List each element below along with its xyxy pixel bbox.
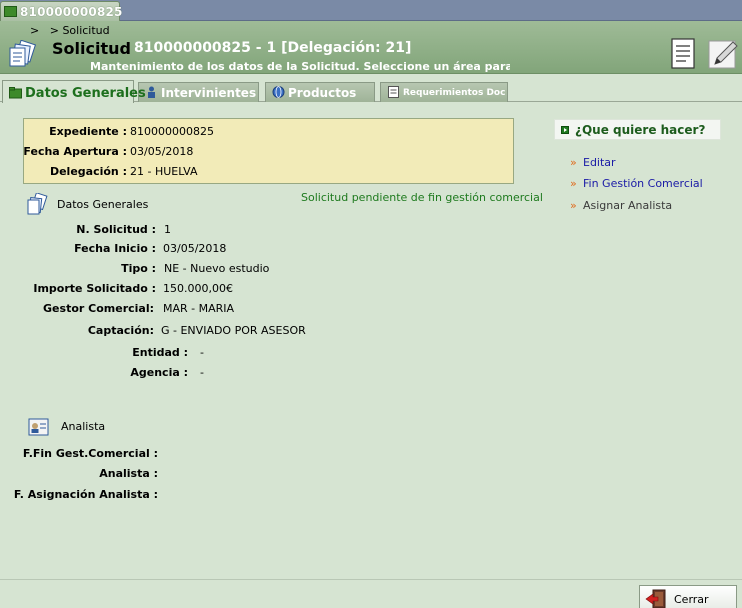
folder-icon <box>4 6 17 17</box>
tab-intervinientes[interactable]: Intervinientes <box>138 82 259 102</box>
close-button[interactable]: Cerrar <box>639 585 737 608</box>
field-label: Analista : <box>99 467 158 480</box>
summary-value: 810000000825 <box>130 125 214 138</box>
edit-pen-icon[interactable] <box>705 36 741 72</box>
tab-requerimientos-doc[interactable]: Requerimientos Doc <box>380 82 508 102</box>
page-description: Mantenimiento de los datos de la Solicit… <box>90 60 510 73</box>
breadcrumb-separator: > <box>30 24 40 37</box>
field-value: MAR - MARIA <box>163 302 235 315</box>
field-label: F.Fin Gest.Comercial : <box>22 447 158 460</box>
document-icon <box>388 86 399 98</box>
actions-panel-header: ¿Que quiere hacer? <box>554 119 721 140</box>
action-label: Editar <box>583 156 616 169</box>
actions-panel-title: ¿Que quiere hacer? <box>575 123 706 137</box>
field-label: Tipo : <box>121 262 156 275</box>
field-value: NE - Nuevo estudio <box>164 262 270 275</box>
tab-label: Intervinientes <box>161 86 257 100</box>
field-value: 03/05/2018 <box>163 242 227 255</box>
summary-row: Delegación : 21 - HUELVA <box>24 165 515 183</box>
footer-divider <box>0 579 742 580</box>
chevron-right-icon: » <box>570 156 577 169</box>
field-label: Agencia : <box>130 366 188 379</box>
page-title: Solicitud <box>52 39 131 58</box>
summary-row: Expediente : 810000000825 <box>24 125 515 143</box>
tab-strip: Datos Generales Intervinientes Productos… <box>0 80 742 103</box>
globe-icon <box>272 86 285 98</box>
page-header: > > Solicitud Solicitud 810000000825 - 1… <box>0 21 742 74</box>
field-label: Gestor Comercial: <box>43 302 154 315</box>
person-icon <box>148 86 155 98</box>
breadcrumb-separator: > <box>49 24 59 37</box>
chevron-right-icon: » <box>570 177 577 190</box>
action-label: Asignar Analista <box>583 199 673 212</box>
tab-label: Productos <box>288 86 357 100</box>
bullet-icon <box>561 126 569 134</box>
field-value: 150.000,00€ <box>163 282 233 295</box>
window-tab[interactable]: 810000000825 <box>0 1 123 21</box>
breadcrumb-item[interactable]: Solicitud <box>62 24 109 37</box>
summary-value: 21 - HUELVA <box>130 165 198 178</box>
breadcrumb: > > Solicitud <box>30 24 110 37</box>
window-tab-bar: 810000000825 <box>0 0 742 21</box>
id-card-icon <box>28 418 49 436</box>
chevron-right-icon: » <box>570 199 577 212</box>
tab-label: Requerimientos Doc <box>403 88 506 98</box>
field-value: 1 <box>164 223 171 236</box>
summary-value: 03/05/2018 <box>130 145 194 158</box>
papers-icon <box>27 193 48 215</box>
section-title-datos-generales: Datos Generales <box>57 198 149 211</box>
summary-box: Expediente : 810000000825 Fecha Apertura… <box>23 118 514 184</box>
field-label: Entidad : <box>132 346 188 359</box>
close-button-label: Cerrar <box>674 593 709 606</box>
document-icon[interactable] <box>666 36 702 72</box>
field-label: Importe Solicitado : <box>33 282 156 295</box>
status-message: Solicitud pendiente de fin gestión comer… <box>301 191 543 204</box>
folder-icon <box>9 87 22 99</box>
tab-datos-generales[interactable]: Datos Generales <box>2 80 146 103</box>
summary-label: Expediente : <box>49 125 127 138</box>
field-label: Captación: <box>87 324 154 337</box>
papers-icon <box>9 40 37 67</box>
action-label: Fin Gestión Comercial <box>583 177 703 190</box>
field-label: Fecha Inicio : <box>74 242 156 255</box>
field-label: F. Asignación Analista : <box>13 488 158 501</box>
summary-row: Fecha Apertura : 03/05/2018 <box>23 145 515 163</box>
tab-productos[interactable]: Productos <box>265 82 375 102</box>
field-value: G - ENVIADO POR ASESOR <box>161 324 306 337</box>
field-value: - <box>200 366 204 379</box>
field-label: N. Solicitud : <box>76 223 156 236</box>
page-subtitle: 810000000825 - 1 [Delegación: 21] <box>134 40 412 56</box>
exit-door-icon <box>645 589 666 608</box>
tab-label: Datos Generales <box>25 86 146 101</box>
summary-label: Fecha Apertura : <box>23 145 127 158</box>
section-title-analista: Analista <box>61 420 106 433</box>
field-value: - <box>200 346 204 359</box>
summary-label: Delegación : <box>49 165 127 178</box>
window-tab-label: 810000000825 <box>20 5 123 19</box>
